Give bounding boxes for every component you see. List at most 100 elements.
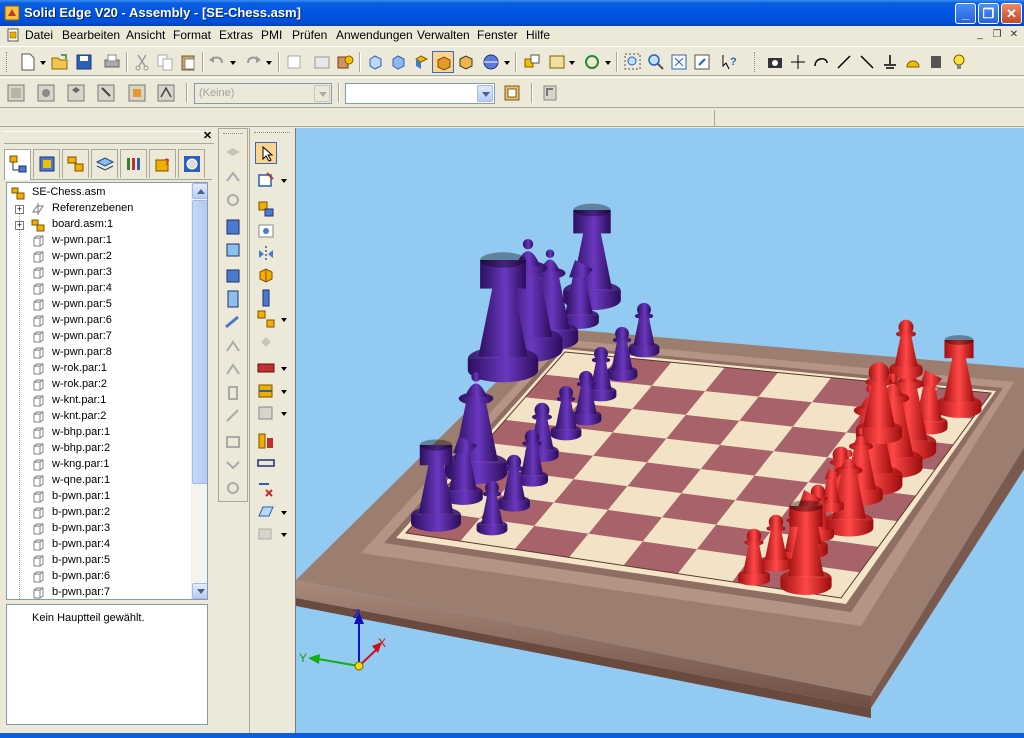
expand-toggle[interactable]: + <box>15 205 24 214</box>
tree-item[interactable]: b-pwn.par:6 <box>7 569 193 585</box>
frame-dropdown[interactable] <box>280 388 288 396</box>
view-iso-icon[interactable] <box>387 51 409 73</box>
undo-icon[interactable] <box>206 51 228 73</box>
new-icon[interactable] <box>17 51 39 73</box>
move-part-icon[interactable] <box>222 167 244 189</box>
pattern-icon[interactable] <box>255 308 277 330</box>
assembly-tool-3-icon[interactable] <box>65 82 87 104</box>
paste-icon[interactable] <box>177 51 199 73</box>
path-icon[interactable] <box>222 454 244 476</box>
toolbar-grip[interactable] <box>754 52 757 72</box>
tangent-icon[interactable] <box>222 359 244 381</box>
second-combo[interactable] <box>345 83 495 104</box>
chain-icon[interactable] <box>255 452 277 474</box>
save-icon[interactable] <box>73 51 95 73</box>
assembly-tool-1-icon[interactable] <box>5 82 27 104</box>
wiring-icon[interactable] <box>255 402 277 424</box>
sketch-icon[interactable] <box>255 169 277 191</box>
pin-icon[interactable] <box>255 287 277 309</box>
tree-item[interactable]: w-bhp.par:2 <box>7 441 193 457</box>
tools-icon[interactable] <box>925 51 947 73</box>
library-icon[interactable] <box>501 82 523 104</box>
menu-fenster[interactable]: Fenster <box>477 28 518 42</box>
tree-item[interactable]: b-pwn.par:5 <box>7 553 193 569</box>
menu-format[interactable]: Format <box>173 28 211 42</box>
piping-icon[interactable] <box>255 357 277 379</box>
bom-icon[interactable] <box>255 430 277 452</box>
doc-restore-button[interactable]: ❐ <box>989 29 1005 43</box>
tree-item[interactable]: w-pwn.par:8 <box>7 345 193 361</box>
document-icon[interactable] <box>6 28 20 42</box>
assembly-tool-6-icon[interactable] <box>155 82 177 104</box>
light-icon[interactable] <box>902 51 924 73</box>
tab-layers[interactable] <box>91 149 118 178</box>
hint-icon[interactable] <box>948 51 970 73</box>
assembly-tool-4-icon[interactable] <box>95 82 117 104</box>
cam-icon[interactable] <box>222 382 244 404</box>
tab-parts-library[interactable] <box>33 149 60 178</box>
tree-item[interactable]: w-qne.par:1 <box>7 473 193 489</box>
arc-icon[interactable] <box>810 51 832 73</box>
match-cs-icon[interactable] <box>222 431 244 453</box>
planar-align-icon[interactable] <box>222 288 244 310</box>
piping-dropdown[interactable] <box>280 365 288 373</box>
select-tool-icon[interactable] <box>311 51 333 73</box>
gear-relation-icon[interactable] <box>222 405 244 427</box>
display-config-icon[interactable] <box>546 51 568 73</box>
minimize-button[interactable]: _ <box>955 3 976 24</box>
shaded-edges-icon[interactable] <box>455 51 477 73</box>
doc-minimize-button[interactable]: _ <box>972 29 988 43</box>
plane-dropdown[interactable] <box>280 509 288 517</box>
line-icon[interactable] <box>833 51 855 73</box>
restore-button[interactable]: ❐ <box>978 3 999 24</box>
chess-piece[interactable] <box>628 302 660 358</box>
help-pointer-icon[interactable]: ? <box>718 51 740 73</box>
mate-icon[interactable] <box>222 216 244 238</box>
tree-item[interactable]: w-bhp.par:1 <box>7 425 193 441</box>
tree-item[interactable]: b-pwn.par:3 <box>7 521 193 537</box>
view-top-icon[interactable] <box>410 51 432 73</box>
tree-item[interactable]: w-pwn.par:7 <box>7 329 193 345</box>
menu-bearbeiten[interactable]: Bearbeiten <box>62 28 120 42</box>
tree-item[interactable]: w-pwn.par:1 <box>7 233 193 249</box>
menu-datei[interactable]: Datei <box>25 28 53 42</box>
edgebar-close-button[interactable]: ✕ <box>201 131 214 143</box>
properties-icon[interactable] <box>334 51 356 73</box>
doc-close-button[interactable]: ✕ <box>1006 29 1022 43</box>
explode-icon[interactable] <box>255 264 277 286</box>
tree-item[interactable]: w-knt.par:1 <box>7 393 193 409</box>
zoom-area-icon[interactable] <box>622 51 644 73</box>
close-button[interactable]: ✕ <box>1001 3 1022 24</box>
chevron-down-icon[interactable] <box>314 85 330 102</box>
relationship-assist-icon[interactable] <box>255 478 277 500</box>
new-dropdown[interactable] <box>39 59 47 67</box>
render-dropdown[interactable] <box>503 59 511 67</box>
open-icon[interactable] <box>49 51 71 73</box>
tab-sensors[interactable] <box>120 149 147 178</box>
angle-icon[interactable] <box>222 336 244 358</box>
scroll-up-icon[interactable] <box>192 183 207 199</box>
display-config-dropdown[interactable] <box>568 59 576 67</box>
assembly-tool-5-icon[interactable] <box>126 82 148 104</box>
assembly-path-icon[interactable] <box>255 198 277 220</box>
insert-icon[interactable] <box>222 239 244 261</box>
simplify-dropdown[interactable] <box>280 531 288 539</box>
pan-icon[interactable] <box>691 51 713 73</box>
flash-fit-icon[interactable] <box>222 477 244 499</box>
shaded-view-icon[interactable] <box>432 51 454 73</box>
menu-pruefen[interactable]: Prüfen <box>292 28 327 42</box>
tree-item[interactable]: w-pwn.par:3 <box>7 265 193 281</box>
style-combo[interactable]: (Keine) <box>194 83 332 104</box>
tree-item[interactable]: w-pwn.par:5 <box>7 297 193 313</box>
tree-scrollbar[interactable] <box>191 183 207 599</box>
tree-item[interactable]: b-pwn.par:7 <box>7 585 193 599</box>
chess-piece[interactable] <box>889 319 923 379</box>
undo-dropdown[interactable] <box>229 59 237 67</box>
mirror-icon[interactable] <box>255 243 277 265</box>
rotate-part-icon[interactable] <box>222 189 244 211</box>
expand-toggle[interactable]: + <box>15 221 24 230</box>
connect-icon[interactable] <box>222 311 244 333</box>
render-sphere-icon[interactable] <box>480 51 502 73</box>
tree-item[interactable]: w-rok.par:1 <box>7 361 193 377</box>
pattern-dropdown[interactable] <box>280 316 288 324</box>
